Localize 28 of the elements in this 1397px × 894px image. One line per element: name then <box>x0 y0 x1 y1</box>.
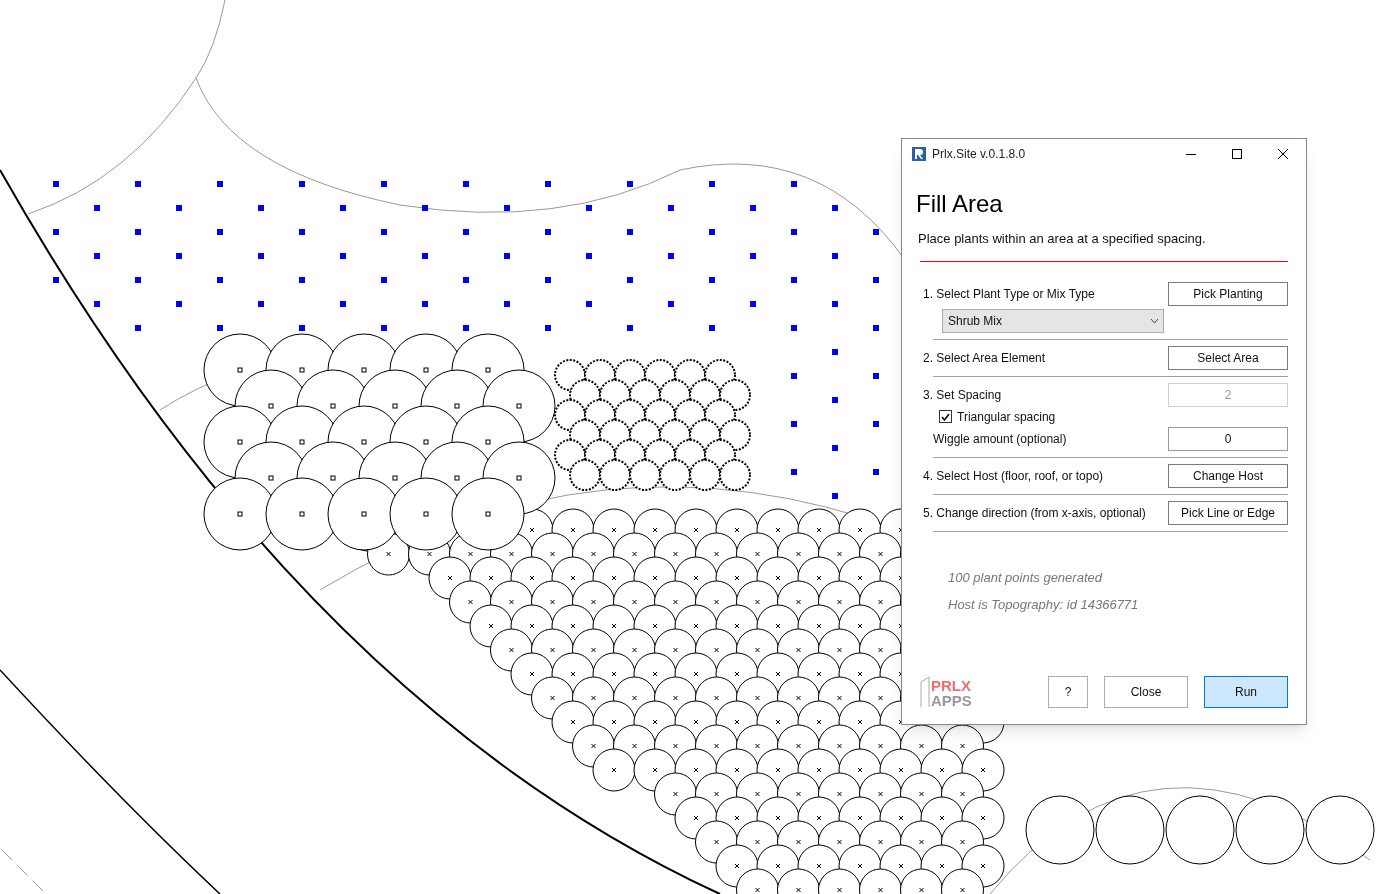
step-label: 5. Change direction (from x-axis, optional) <box>923 504 1146 522</box>
window-title: Prlx.Site v.0.1.8.0 <box>932 146 1026 163</box>
dialog-heading: Fill Area <box>916 189 1004 219</box>
app-icon <box>912 147 926 161</box>
prlx-logo: PRLX APPS <box>920 676 972 708</box>
step-label: 4. Select Host (floor, roof, or topo) <box>923 467 1104 485</box>
step-label: 1. Select Plant Type or Mix Type <box>923 285 1095 303</box>
dialog-button[interactable]: ? <box>1048 676 1088 708</box>
status-message: Host is Topography: id 14366771 <box>948 596 1140 614</box>
chevron-down-icon <box>1151 318 1158 323</box>
maximize-icon <box>1232 149 1242 159</box>
status-message: 100 plant points generated <box>948 568 1104 587</box>
run-button[interactable]: Run <box>1204 676 1288 708</box>
checkbox[interactable] <box>939 410 952 423</box>
minimize-icon <box>1186 153 1196 155</box>
dialog-description: Place plants within an area at a specified spacing. <box>918 230 1207 248</box>
field-label: Wiggle amount (optional) <box>933 430 1067 448</box>
step-label: 3. Set Spacing <box>923 386 1002 404</box>
plant-type-dropdown[interactable]: Shrub Mix <box>942 308 1164 333</box>
step-button[interactable]: Select Area <box>1168 345 1288 370</box>
checkbox-label: Triangular spacing <box>957 408 1056 426</box>
step-button[interactable]: Change Host <box>1168 463 1288 488</box>
dialog-button[interactable]: Close <box>1104 676 1188 708</box>
step-button[interactable]: Pick Planting <box>1168 281 1288 306</box>
close-icon <box>1278 149 1288 159</box>
step-button[interactable]: Pick Line or Edge <box>1168 500 1288 525</box>
wiggle-field[interactable]: 0 <box>1168 426 1288 451</box>
step-label: 2. Select Area Element <box>923 349 1046 367</box>
